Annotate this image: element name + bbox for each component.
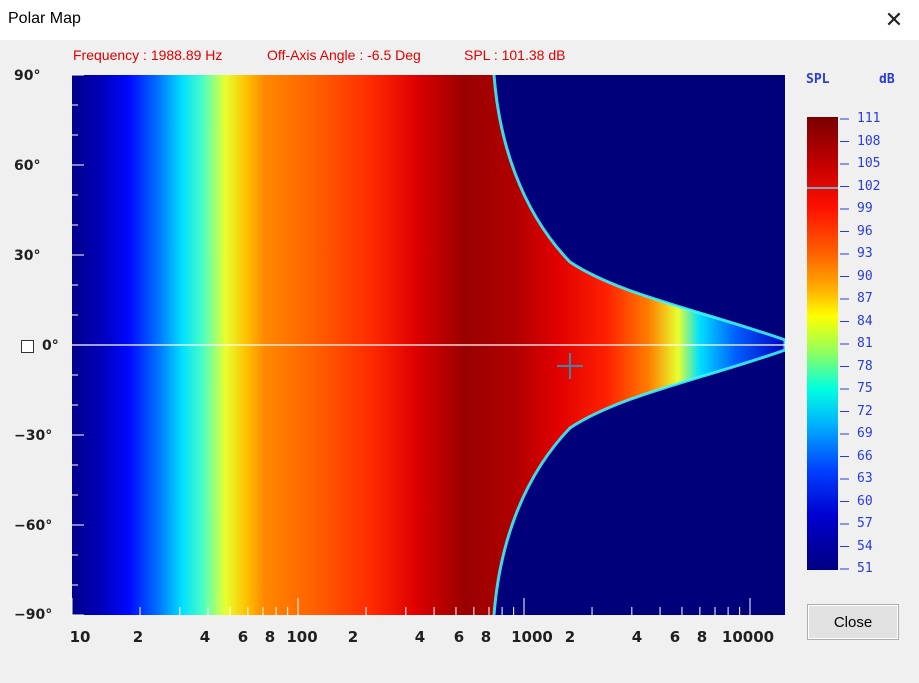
colorbar-ticks	[840, 118, 849, 570]
y-label-neg60: −60°	[14, 518, 53, 534]
colorbar-tick-label: 108	[857, 133, 881, 149]
colorbar-spl-label: SPL	[806, 72, 830, 87]
colorbar-tick-label: 99	[857, 201, 873, 216]
colorbar-tick-label: 111	[857, 111, 881, 126]
y-label-neg90: −90°	[14, 607, 53, 623]
colorbar-tick-label: 66	[857, 448, 873, 464]
x-label: 8	[264, 628, 276, 646]
y-label-0: 0°	[42, 338, 59, 354]
colorbar	[807, 117, 838, 570]
close-button[interactable]: Close	[807, 604, 899, 640]
colorbar-tick-label: 63	[857, 471, 873, 486]
y-label-30: 30°	[14, 248, 41, 264]
colorbar-tick-label: 72	[857, 403, 873, 419]
colorbar-tick-label: 93	[857, 246, 873, 261]
colorbar-tick-label: 105	[857, 156, 881, 171]
x-label: 10000	[721, 628, 775, 646]
colorbar-tick-label: 78	[857, 358, 873, 374]
colorbar-tick-label: 102	[857, 178, 881, 194]
colorbar-tick-label: 51	[857, 561, 873, 576]
y-label-60: 60°	[14, 158, 41, 174]
x-label: 8	[696, 628, 708, 646]
x-label: 4	[199, 628, 211, 646]
x-label: 4	[631, 628, 643, 646]
colorbar-tick-label: 84	[857, 313, 873, 329]
polar-map-plot[interactable]	[0, 0, 919, 683]
x-label: 6	[669, 628, 681, 646]
y-label-neg30: −30°	[14, 428, 53, 444]
x-label: 6	[453, 628, 465, 646]
x-label: 2	[132, 628, 144, 646]
colorbar-tick-label: 57	[857, 516, 873, 531]
colorbar-db-label: dB	[879, 72, 895, 87]
x-label: 4	[414, 628, 426, 646]
x-label: 6	[237, 628, 249, 646]
colorbar-tick-label: 54	[857, 538, 873, 554]
x-label: 100	[286, 628, 318, 646]
colorbar-tick-label: 96	[857, 223, 873, 239]
colorbar-tick-label: 60	[857, 493, 873, 509]
x-label: 1000	[511, 628, 553, 646]
zero-line-checkbox[interactable]	[21, 340, 34, 353]
colorbar-tick-label: 81	[857, 336, 873, 351]
colorbar-tick-label: 69	[857, 426, 873, 441]
y-label-90: 90°	[14, 68, 41, 84]
colorbar-tick-label: 90	[857, 268, 873, 284]
x-label: 8	[480, 628, 492, 646]
colorbar-tick-label: 87	[857, 291, 873, 306]
x-label: 2	[564, 628, 576, 646]
colorbar-tick-label: 75	[857, 381, 873, 396]
x-label: 2	[347, 628, 359, 646]
x-label: 10	[69, 628, 91, 646]
